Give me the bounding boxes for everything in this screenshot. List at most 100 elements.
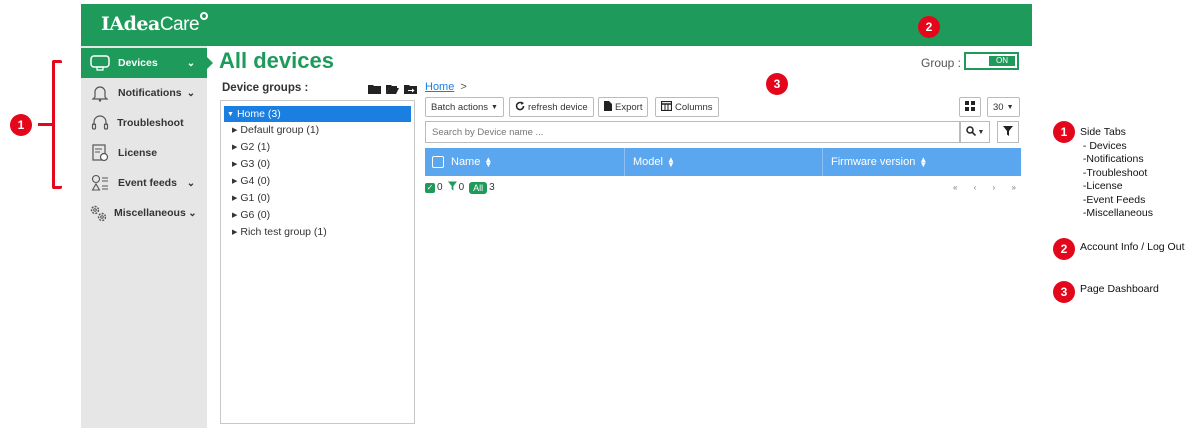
filtered-count: 0 — [458, 182, 465, 193]
export-button[interactable]: Export — [598, 97, 649, 117]
table-summary: ✓ 0 0 All 3 — [425, 181, 495, 194]
table-header: Name ▲ ▼ Model ▲ ▼ Firmware version ▲ ▼ — [425, 148, 1021, 176]
grid-view-button[interactable] — [959, 97, 981, 117]
tree-item-label: Rich test group (1) — [240, 226, 327, 238]
caret-right-icon: ▶ — [232, 161, 238, 168]
export-label: Export — [615, 101, 643, 113]
logo: IAdeaCare — [101, 12, 209, 36]
logo-brand: IAdea — [101, 13, 160, 35]
sidebar-item-label: Miscellaneous — [114, 207, 186, 219]
sidebar-item-license[interactable]: License — [81, 138, 207, 168]
screenshot: 1 IAdeaCare Devices ⌄ Notifications ⌄ Tr… — [0, 0, 1204, 428]
sidebar-item-label: License — [118, 147, 158, 159]
device-group-tree: ▼ Home (3) ▶ Default group (1) ▶ G2 (1) ▶ G3… — [220, 100, 415, 424]
event-feeds-icon — [88, 173, 112, 193]
move-folder-icon[interactable] — [404, 84, 417, 94]
annotation-marker-3: 3 — [766, 73, 788, 95]
grid-view-icon — [965, 100, 975, 114]
new-folder-icon[interactable] — [368, 84, 381, 94]
tree-item-label: G6 (0) — [240, 209, 271, 221]
logo-product: Care — [159, 14, 200, 35]
search-input[interactable]: Search by Device name ... — [425, 121, 960, 143]
legend-marker-1: 1 — [1053, 121, 1075, 143]
column-header-name[interactable]: Name ▲ ▼ — [432, 148, 492, 176]
tree-item-label: G4 (0) — [240, 175, 271, 187]
sidebar-item-label: Notifications — [118, 87, 182, 99]
filter-button[interactable] — [997, 121, 1019, 143]
legend-marker-3: 3 — [1053, 281, 1075, 303]
select-all-checkbox[interactable] — [432, 156, 444, 168]
sidebar-item-event-feeds[interactable]: Event feeds ⌄ — [81, 168, 207, 198]
tree-item[interactable]: ▶ G6 (0) — [232, 207, 270, 223]
sidebar: Devices ⌄ Notifications ⌄ Troubleshoot L… — [81, 46, 213, 428]
caret-down-icon: ▼ — [491, 103, 498, 111]
checked-icon: ✓ — [425, 182, 435, 193]
search-placeholder: Search by Device name ... — [432, 126, 544, 138]
refresh-icon — [515, 101, 525, 114]
search-button[interactable]: ▼ — [960, 121, 990, 143]
caret-right-icon: ▶ — [232, 195, 238, 202]
batch-actions-label: Batch actions — [431, 101, 489, 113]
tree-item[interactable]: ▶ Rich test group (1) — [232, 224, 327, 240]
refresh-device-button[interactable]: refresh device — [509, 97, 594, 117]
sidebar-item-label: Devices — [118, 57, 158, 69]
headset-icon — [88, 113, 111, 133]
device-group-actions — [368, 84, 417, 94]
search-icon — [965, 123, 976, 141]
tree-item-label: Default group (1) — [240, 124, 320, 136]
sidebar-item-notifications[interactable]: Notifications ⌄ — [81, 78, 207, 108]
caret-right-icon: ▶ — [232, 178, 238, 185]
tree-item[interactable]: ▶ G3 (0) — [232, 156, 270, 172]
sort-icon: ▲ ▼ — [919, 155, 928, 169]
sidebar-item-label: Troubleshoot — [117, 117, 184, 129]
side-tabs-bracket-tick — [38, 123, 54, 126]
batch-actions-button[interactable]: Batch actions ▼ — [425, 97, 504, 117]
sort-icon: ▲ ▼ — [484, 155, 493, 169]
page-size-select[interactable]: 30 ▼ — [987, 97, 1020, 117]
tree-item[interactable]: ▶ G1 (0) — [232, 190, 270, 206]
annotation-marker-1: 1 — [10, 114, 32, 136]
tree-item[interactable]: ▶ Default group (1) — [232, 122, 319, 138]
tree-item[interactable]: ▶ G4 (0) — [232, 173, 270, 189]
logo-dot-icon — [200, 12, 209, 20]
tree-item-home[interactable]: ▼ Home (3) — [224, 106, 411, 122]
tree-item-label: Home (3) — [236, 108, 281, 120]
column-label: Model — [633, 156, 663, 168]
annotation-marker-2: 2 — [918, 16, 940, 38]
device-groups-label: Device groups : — [222, 82, 309, 94]
group-toggle-state: ON — [989, 56, 1015, 66]
legend-text-dashboard: Page Dashboard — [1080, 283, 1159, 295]
columns-button[interactable]: Columns — [655, 97, 719, 117]
sidebar-item-troubleshoot[interactable]: Troubleshoot — [81, 108, 207, 138]
open-folder-icon[interactable] — [386, 84, 399, 94]
sort-icon: ▲ ▼ — [666, 155, 675, 169]
caret-right-icon: ▶ — [232, 229, 238, 236]
chevron-down-icon: ⌄ — [186, 177, 196, 189]
sidebar-item-miscellaneous[interactable]: Miscellaneous ⌄ — [81, 198, 207, 228]
breadcrumb-home-link[interactable]: Home — [425, 81, 454, 93]
group-label: Group : — [921, 56, 962, 70]
column-header-firmware-version[interactable]: Firmware version ▲ ▼ — [831, 148, 927, 176]
column-header-model[interactable]: Model ▲ ▼ — [633, 148, 675, 176]
columns-label: Columns — [675, 101, 713, 113]
chevron-down-icon: ⌄ — [186, 87, 196, 99]
columns-icon — [660, 100, 673, 114]
column-divider — [624, 148, 625, 176]
checked-count: 0 — [437, 182, 443, 193]
all-badge[interactable]: All — [469, 181, 488, 194]
tree-item-label: G3 (0) — [240, 158, 271, 170]
legend-text-account: Account Info / Log Out — [1080, 241, 1185, 253]
group-toggle[interactable]: ON — [964, 52, 1019, 70]
caret-down-icon: ▼ — [227, 111, 234, 118]
chevron-down-icon: ⌄ — [186, 57, 196, 69]
pagination[interactable]: « ‹ › » — [953, 183, 1023, 192]
file-icon — [604, 100, 612, 114]
caret-right-icon: ▶ — [232, 212, 238, 219]
sidebar-item-devices[interactable]: Devices ⌄ — [81, 48, 213, 78]
page-size-value: 30 — [993, 101, 1004, 113]
tree-item[interactable]: ▶ G2 (1) — [232, 139, 270, 155]
filter-count-icon — [447, 181, 457, 194]
top-bar: IAdeaCare — [81, 4, 1032, 46]
column-label: Name — [451, 156, 481, 168]
gears-icon — [88, 203, 108, 223]
